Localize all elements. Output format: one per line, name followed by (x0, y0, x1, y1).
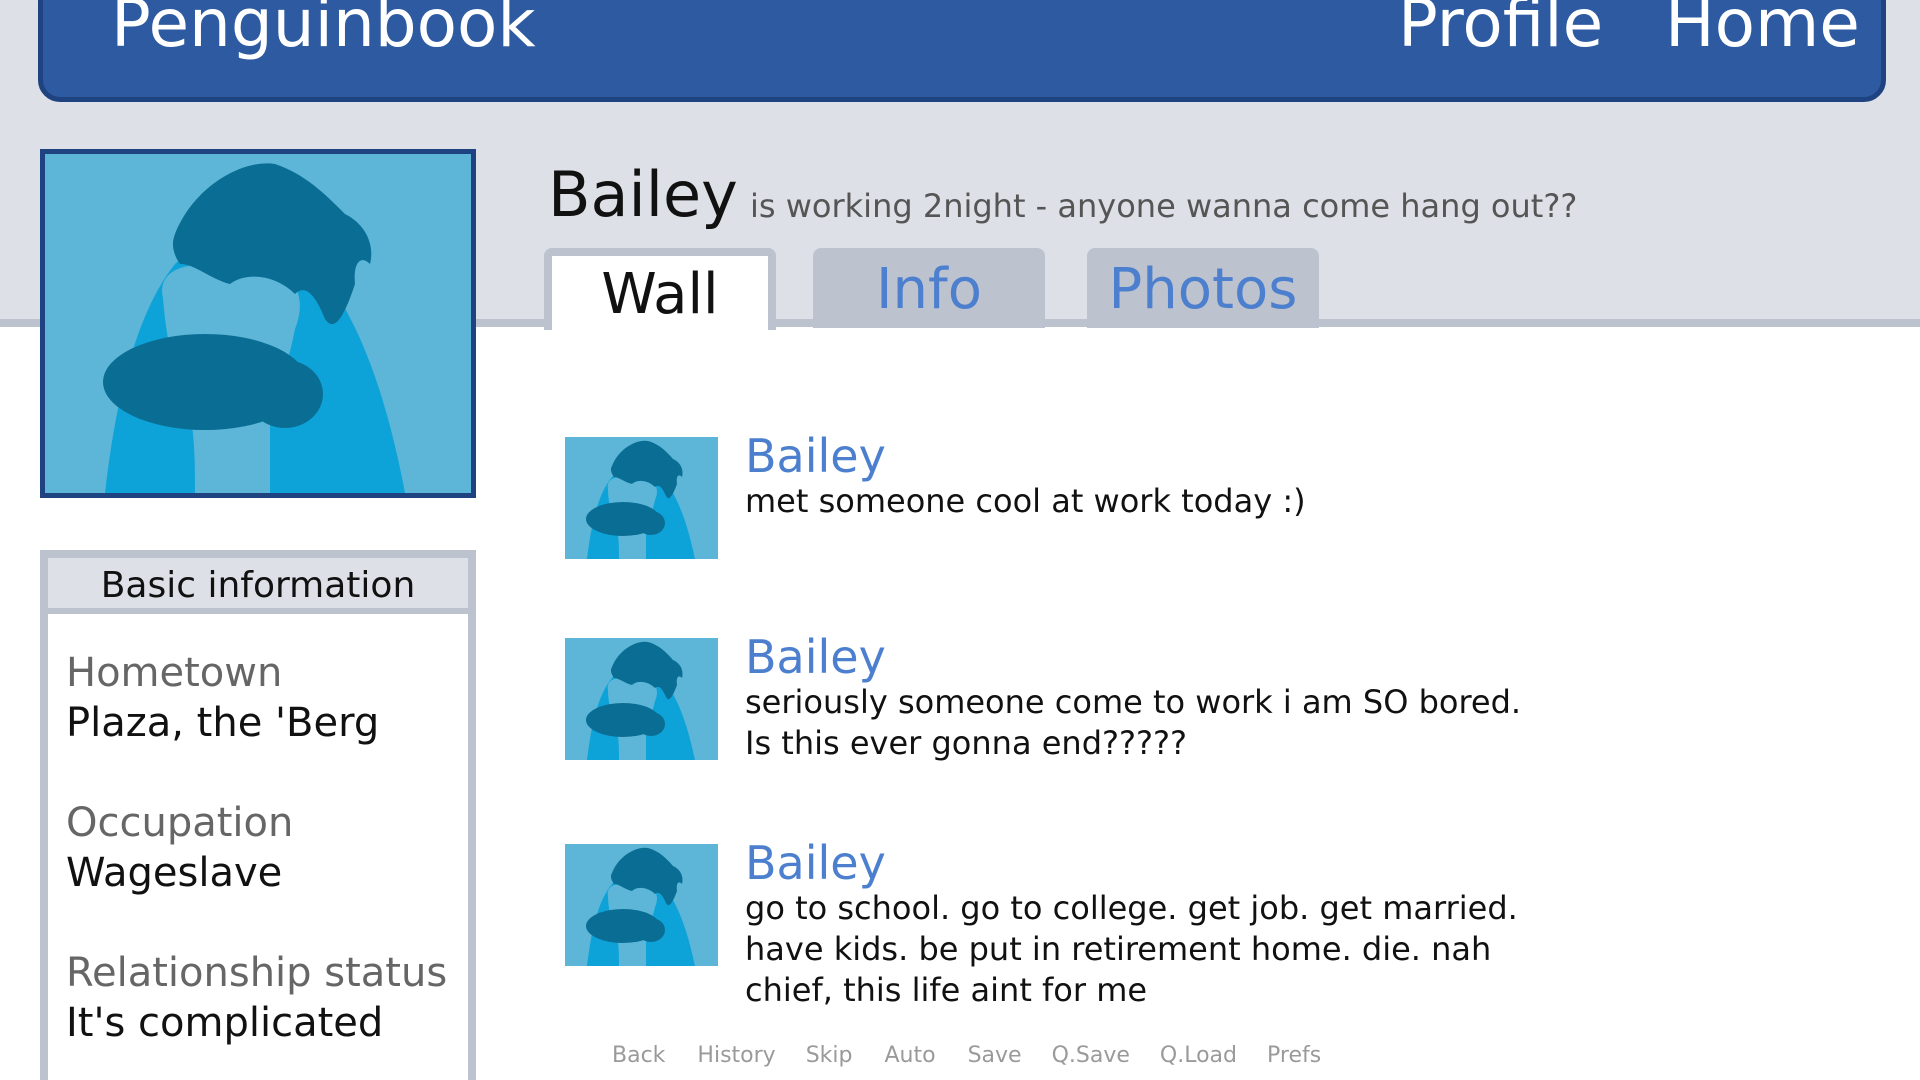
quick-menu-prefs[interactable]: Prefs (1267, 1040, 1321, 1072)
brand-logo-text[interactable]: Penguinbook (111, 0, 536, 63)
post-author-link[interactable]: Bailey (745, 429, 886, 483)
occupation-value: Wageslave (66, 850, 283, 896)
basic-info-panel: Basic information Hometown Plaza, the 'B… (40, 550, 476, 1080)
tab-wall[interactable]: Wall (544, 248, 776, 330)
top-nav-bar: Penguinbook Profile Home (38, 0, 1886, 102)
post-avatar[interactable] (565, 638, 718, 760)
penguin-avatar-icon (45, 154, 471, 493)
penguin-avatar-icon (565, 638, 718, 760)
post-text-line: go to school. go to college. get job. ge… (745, 889, 1518, 927)
post-author-link[interactable]: Bailey (745, 630, 886, 684)
post-text: seriously someone come to work i am SO b… (745, 682, 1645, 764)
relationship-label: Relationship status (66, 950, 448, 996)
quick-menu-qload[interactable]: Q.Load (1160, 1040, 1237, 1072)
profile-picture (40, 149, 476, 498)
quick-menu-auto[interactable]: Auto (885, 1040, 936, 1072)
penguin-avatar-icon (565, 844, 718, 966)
profile-name: Bailey (548, 158, 738, 231)
post-text: go to school. go to college. get job. ge… (745, 888, 1645, 1011)
tab-photos[interactable]: Photos (1087, 248, 1319, 328)
penguin-avatar-icon (565, 437, 718, 559)
quick-menu-save[interactable]: Save (968, 1040, 1022, 1072)
hometown-field: Hometown Plaza, the 'Berg (66, 648, 379, 748)
occupation-field: Occupation Wageslave (66, 798, 293, 898)
post-text-line: chief, this life aint for me (745, 971, 1148, 1009)
nav-home-link[interactable]: Home (1665, 0, 1860, 63)
quick-menu-qsave[interactable]: Q.Save (1052, 1040, 1130, 1072)
post-text-line: have kids. be put in retirement home. di… (745, 930, 1492, 968)
basic-info-title: Basic information (48, 558, 468, 614)
relationship-field: Relationship status It's complicated (66, 948, 447, 1048)
post-text: met someone cool at work today :) (745, 481, 1645, 522)
quick-menu-skip[interactable]: Skip (806, 1040, 853, 1072)
occupation-label: Occupation (66, 800, 294, 846)
relationship-value: It's complicated (66, 1000, 384, 1046)
tab-info[interactable]: Info (813, 248, 1045, 328)
nav-profile-link[interactable]: Profile (1398, 0, 1603, 63)
post-author-link[interactable]: Bailey (745, 836, 886, 890)
post-avatar[interactable] (565, 437, 718, 559)
profile-status: is working 2night - anyone wanna come ha… (750, 187, 1578, 225)
hometown-value: Plaza, the 'Berg (66, 700, 380, 746)
quick-menu-back[interactable]: Back (612, 1040, 665, 1072)
hometown-label: Hometown (66, 650, 283, 696)
post-text-line: met someone cool at work today :) (745, 482, 1306, 520)
quick-menu-history[interactable]: History (697, 1040, 775, 1072)
post-avatar[interactable] (565, 844, 718, 966)
post-text-line: Is this ever gonna end????? (745, 724, 1187, 762)
post-text-line: seriously someone come to work i am SO b… (745, 683, 1522, 721)
quick-menu: Back History Skip Auto Save Q.Save Q.Loa… (612, 1040, 1321, 1072)
